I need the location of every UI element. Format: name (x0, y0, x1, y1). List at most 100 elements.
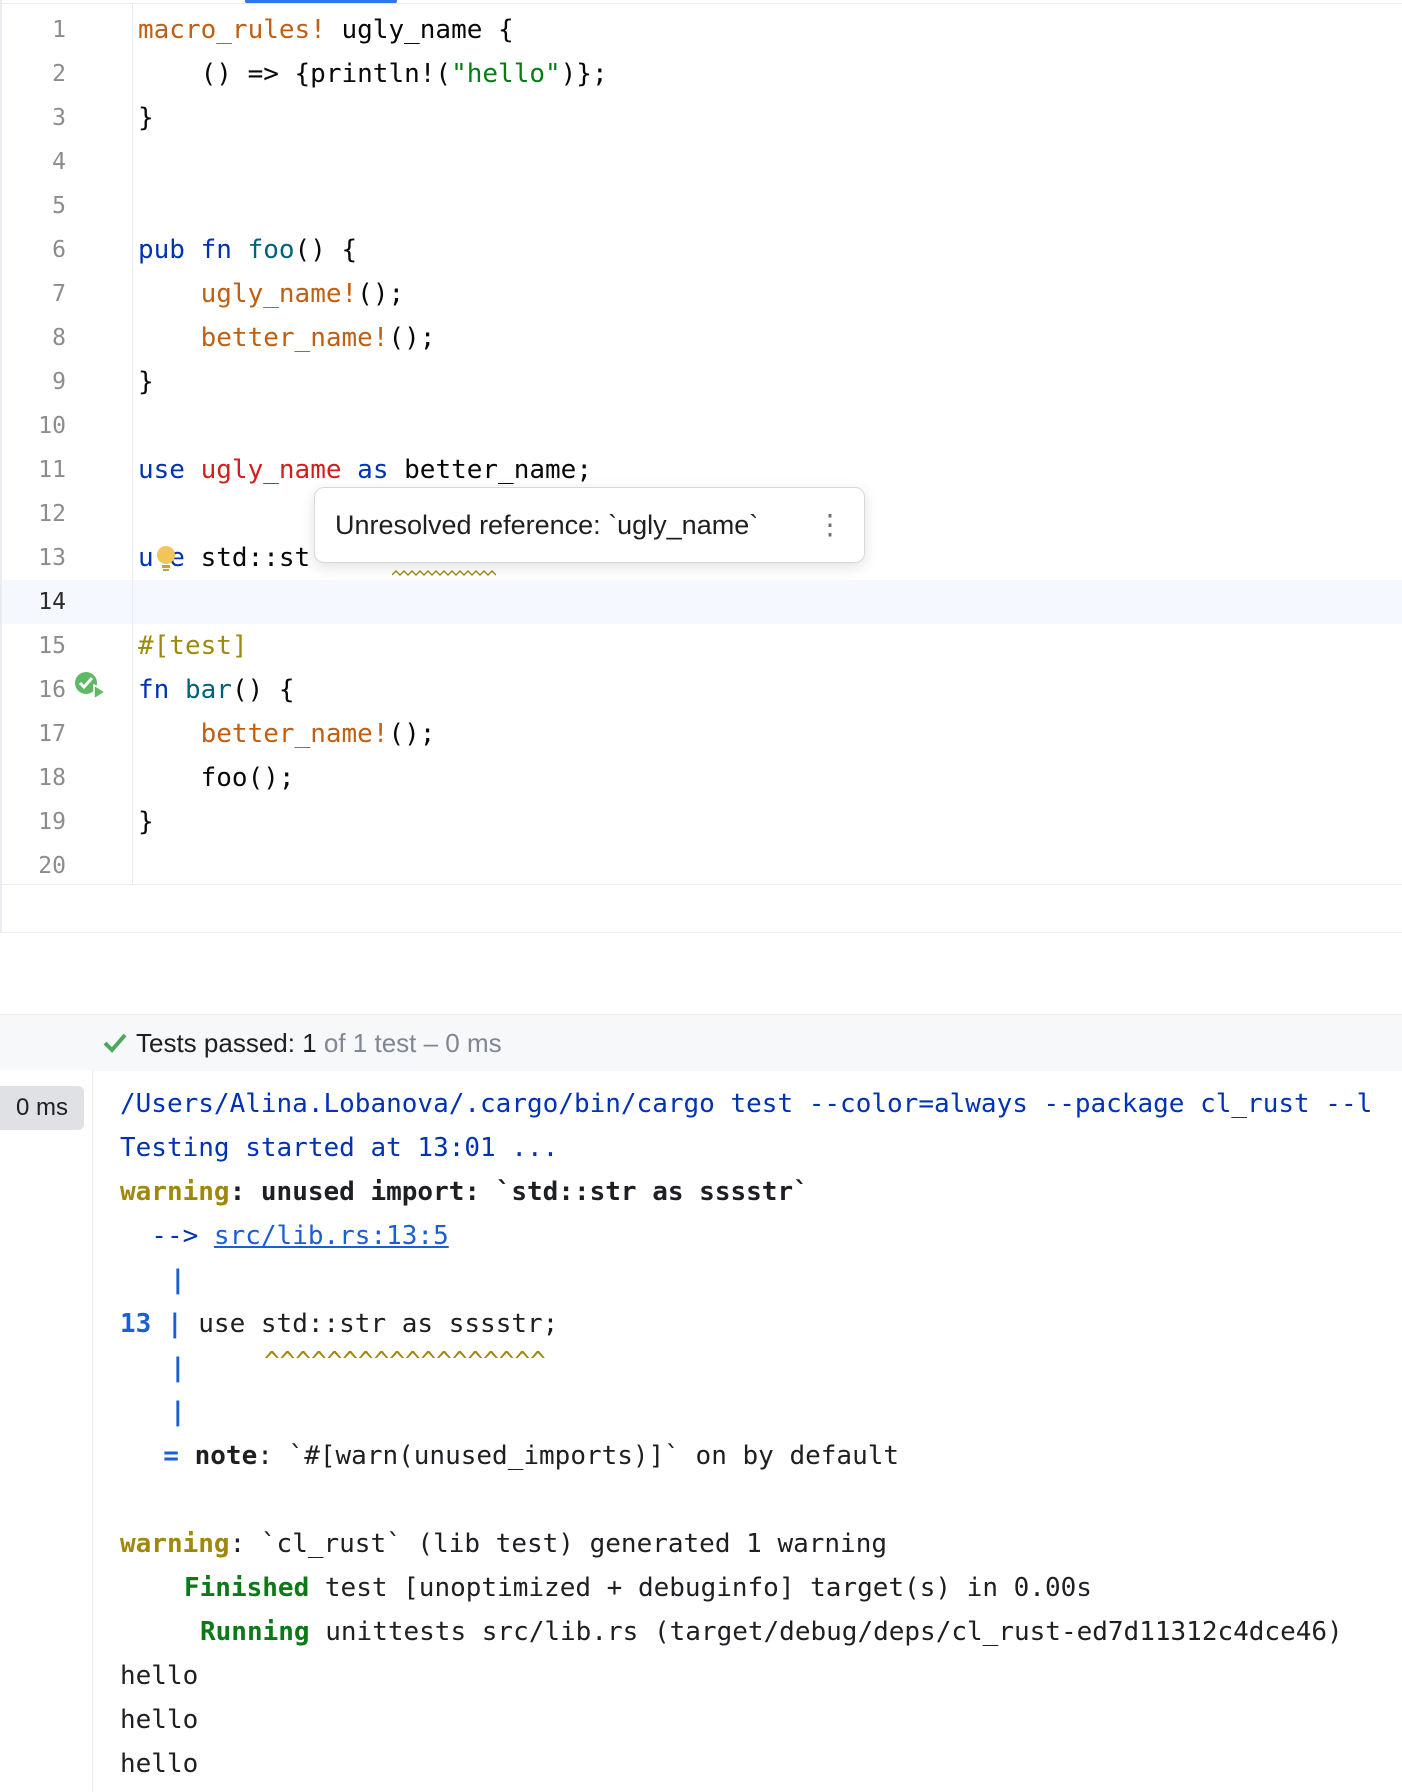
code-line[interactable]: 18 foo(); (0, 756, 1402, 800)
tests-passed-detail: of 1 test – 0 ms (316, 1028, 502, 1058)
code-line[interactable]: 10 (0, 404, 1402, 448)
console-pipe-1: | (170, 1258, 186, 1302)
code-token: } (138, 103, 154, 133)
note-message: : `#[warn(unused_imports)]` on by defaul… (257, 1441, 900, 1471)
code-line[interactable]: 1 macro_rules! ugly_name { (0, 8, 1402, 52)
console-command-line: /Users/Alina.Lobanova/.cargo/bin/cargo t… (120, 1089, 1373, 1119)
console-output-line: hello (120, 1749, 199, 1779)
code-token: (); (388, 323, 436, 353)
code-line[interactable]: 17 better_name!(); (0, 712, 1402, 756)
code-text: better_name!(); (138, 316, 436, 360)
code-token: (); (357, 279, 405, 309)
location-arrow: --> (120, 1221, 214, 1251)
line-number: 14 (38, 589, 66, 615)
code-token: better_name; (404, 455, 592, 485)
console-output-line: hello (120, 1661, 199, 1691)
code-line[interactable]: 5 (0, 184, 1402, 228)
code-line[interactable]: 7 ugly_name!(); (0, 272, 1402, 316)
line-number: 19 (38, 809, 66, 835)
line-number: 15 (38, 633, 66, 659)
console-warning-summary: warning: `cl_rust` (lib test) generated … (120, 1522, 887, 1566)
code-token: () { (294, 235, 358, 265)
line-number: 5 (52, 193, 66, 219)
console-testing-started: Testing started at 13:01 ... (120, 1133, 559, 1163)
code-token: std::st (184, 543, 311, 573)
code-token: "hello" (451, 59, 561, 89)
console-pipe-2: | (170, 1346, 186, 1390)
code-line[interactable]: 11 use ugly_name as better_name; (0, 448, 1402, 492)
code-line[interactable]: 3} (0, 96, 1402, 140)
line-number: 18 (38, 765, 66, 791)
code-text: fn bar() { (138, 668, 295, 712)
console-pipe-3: | (170, 1390, 186, 1434)
code-token: better_name! (200, 323, 389, 353)
run-test-passed-icon[interactable] (74, 671, 106, 701)
line-number: 12 (38, 501, 66, 527)
code-editor[interactable]: 1 macro_rules! ugly_name {2 () => {printl… (0, 4, 1402, 884)
line-number: 1 (52, 17, 66, 43)
code-token: pub fn (138, 235, 248, 265)
line-number: 20 (38, 853, 66, 879)
line-number: 3 (52, 105, 66, 131)
code-line[interactable]: 16 fn bar() { (0, 668, 1402, 712)
code-token: () => {println!( (138, 59, 452, 89)
code-token: () { (231, 675, 295, 705)
code-line[interactable]: 9} (0, 360, 1402, 404)
code-line[interactable]: 4 (0, 140, 1402, 184)
line-number: 8 (52, 325, 66, 351)
code-token: )}; (560, 59, 608, 89)
code-line[interactable]: 20 (0, 844, 1402, 888)
console-location-line: --> src/lib.rs:13:5 (120, 1214, 449, 1258)
finished-message: test [unoptimized + debuginfo] target(s)… (309, 1573, 1092, 1603)
gutter-pipe: | (170, 1397, 186, 1427)
gutter-pipe: | (170, 1353, 186, 1383)
code-token: fn (138, 675, 185, 705)
code-token: foo(); (138, 763, 295, 793)
code-line[interactable]: 19} (0, 800, 1402, 844)
gutter-pipe: | (170, 1265, 186, 1295)
split-separator[interactable] (0, 932, 1402, 933)
gutter-pipe: | (166, 1309, 183, 1339)
code-text: foo(); (138, 756, 295, 800)
source-code: use std::str as sssstr; (182, 1309, 559, 1339)
finished-label: Finished (184, 1573, 310, 1603)
code-text: pub fn foo() { (138, 228, 357, 272)
code-line[interactable]: 2 () => {println!("hello")}; (0, 52, 1402, 96)
code-line[interactable]: 15 #[test] (0, 624, 1402, 668)
console-note-line: = note: `#[warn(unused_imports)]` on by … (132, 1434, 899, 1478)
code-text: } (138, 800, 154, 844)
code-token: #[test] (138, 631, 248, 661)
lightbulb-icon[interactable] (155, 544, 177, 574)
code-token: (); (388, 719, 436, 749)
console-warning-line: warning: unused import: `std::str as sss… (120, 1170, 809, 1214)
tests-passed-text: Tests passed: 1 of 1 test – 0 ms (136, 1015, 502, 1071)
console-running-line: Running unittests src/lib.rs (target/deb… (200, 1610, 1343, 1654)
console-output-line: hello (120, 1705, 199, 1735)
code-text: macro_rules! ugly_name { (138, 8, 514, 52)
warning-squiggle (392, 570, 496, 576)
test-status-bar: Tests passed: 1 of 1 test – 0 ms (0, 1014, 1402, 1071)
warning-message: : unused import: `std::str as sssstr` (229, 1177, 809, 1207)
note-label: note (194, 1441, 258, 1471)
line-number: 11 (38, 457, 66, 483)
running-label: Running (200, 1617, 310, 1647)
warning-summary-message: : `cl_rust` (lib test) generated 1 warni… (229, 1529, 888, 1559)
test-duration: 0 ms (15, 1094, 68, 1121)
line-number: 16 (38, 677, 66, 703)
code-token: ugly_name (200, 455, 342, 485)
code-token: } (138, 367, 154, 397)
code-token: as (341, 455, 405, 485)
code-line[interactable]: 8 better_name!(); (0, 316, 1402, 360)
code-line[interactable]: 6 pub fn foo() { (0, 228, 1402, 272)
code-token: foo (247, 235, 295, 265)
line-number: 9 (52, 369, 66, 395)
code-line[interactable]: 14 (0, 580, 1402, 624)
source-location-link[interactable]: src/lib.rs:13:5 (214, 1221, 449, 1251)
code-text: use ugly_name as better_name; (138, 448, 592, 492)
code-token: ugly_name { (325, 15, 514, 45)
console-finished-line: Finished test [unoptimized + debuginfo] … (184, 1566, 1092, 1610)
more-options-icon[interactable]: ⋮ (816, 488, 844, 562)
code-token: better_name! (200, 719, 389, 749)
